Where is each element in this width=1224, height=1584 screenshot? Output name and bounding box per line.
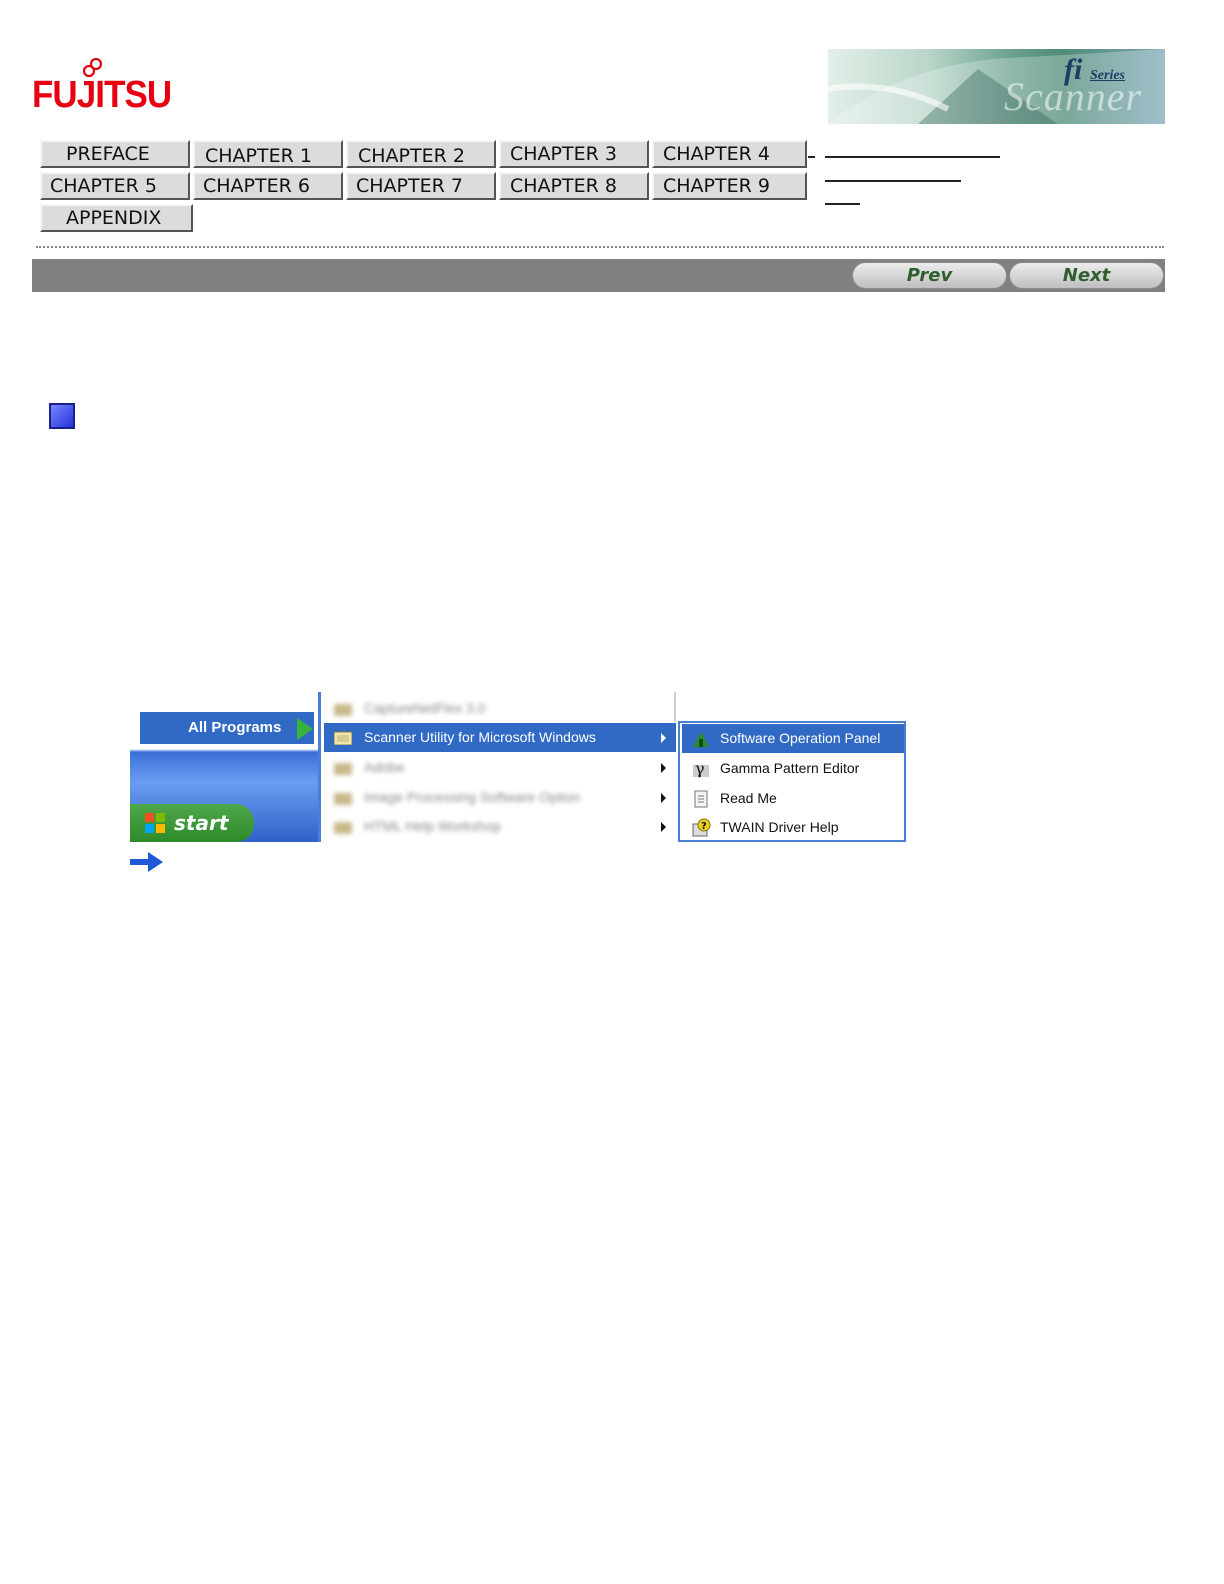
submenu-arrow-icon xyxy=(661,733,666,743)
gamma-icon: γ xyxy=(693,759,709,778)
menu-item-label: Image Processing Software Option xyxy=(364,789,581,805)
nav-chapter-7-button[interactable]: CHAPTER 7 xyxy=(346,172,496,200)
menu-item-label: Adobe xyxy=(364,759,405,775)
section-bullet-icon xyxy=(49,403,75,429)
nav-button-label: CHAPTER 2 xyxy=(358,145,465,167)
nav-chapter-6-button[interactable]: CHAPTER 6 xyxy=(193,172,343,200)
nav-link-stub[interactable] xyxy=(808,156,815,158)
scanner-utility-submenu: Software Operation Panel γ Gamma Pattern… xyxy=(678,721,906,842)
nav-button-label: CHAPTER 4 xyxy=(663,143,770,165)
submenu-item-label: TWAIN Driver Help xyxy=(720,819,839,835)
nav-button-label: CHAPTER 5 xyxy=(50,175,157,197)
menu-item-blurred[interactable]: CaptureNetFlex 3.0 xyxy=(324,694,676,723)
prev-button[interactable]: Prev xyxy=(852,262,1007,289)
fujitsu-logo: FUJITSU xyxy=(32,58,172,116)
menu-separator xyxy=(674,692,676,722)
nav-chapter-1-button[interactable]: CHAPTER 1 xyxy=(193,140,343,168)
submenu-item-label: Read Me xyxy=(720,790,777,806)
all-programs-arrow-icon xyxy=(297,718,313,740)
nav-button-label: CHAPTER 8 xyxy=(510,175,617,197)
nav-link-3[interactable] xyxy=(825,203,860,205)
next-button[interactable]: Next xyxy=(1009,262,1164,289)
nav-link-1[interactable] xyxy=(825,156,1000,158)
submenu-item-label: Software Operation Panel xyxy=(720,730,881,746)
menu-item-label: HTML Help Workshop xyxy=(364,818,501,834)
submenu-arrow-icon xyxy=(661,822,666,832)
nav-button-label: CHAPTER 9 xyxy=(663,175,770,197)
nav-chapter-4-button[interactable]: CHAPTER 4 xyxy=(652,140,807,168)
nav-button-label: APPENDIX xyxy=(66,207,162,229)
nav-chapter-3-button[interactable]: CHAPTER 3 xyxy=(499,140,649,168)
menu-item-blurred[interactable]: HTML Help Workshop xyxy=(324,812,676,841)
menu-item-blurred[interactable]: Adobe xyxy=(324,753,676,782)
submenu-item-label: Gamma Pattern Editor xyxy=(720,760,860,776)
menu-item-blurred[interactable]: Image Processing Software Option xyxy=(324,783,676,812)
nav-button-label: CHAPTER 3 xyxy=(510,143,617,165)
programs-menu: CaptureNetFlex 3.0 Scanner Utility for M… xyxy=(318,692,676,842)
program-folder-icon xyxy=(334,822,352,834)
program-folder-icon xyxy=(334,731,352,745)
nav-button-label: CHAPTER 6 xyxy=(203,175,310,197)
svg-text:γ: γ xyxy=(695,759,705,778)
help-icon: ? xyxy=(692,818,711,837)
nav-chapter-9-button[interactable]: CHAPTER 9 xyxy=(652,172,807,200)
operation-panel-icon xyxy=(693,732,709,747)
banner-fi-text: fi xyxy=(1064,53,1083,86)
submenu-arrow-icon xyxy=(661,763,666,773)
nav-button-label: CHAPTER 1 xyxy=(205,145,312,167)
start-menu-screenshot: All Programs start CaptureNetFlex 3.0 Sc… xyxy=(130,692,906,842)
nav-link-2[interactable] xyxy=(825,180,961,182)
right-arrow-icon xyxy=(130,852,163,872)
nav-preface-button[interactable]: PREFACE xyxy=(40,140,190,168)
dotted-divider xyxy=(36,246,1164,248)
submenu-item-read-me[interactable]: Read Me xyxy=(682,784,904,813)
submenu-arrow-icon xyxy=(661,793,666,803)
nav-chapter-8-button[interactable]: CHAPTER 8 xyxy=(499,172,649,200)
fi-series-banner: Scanner fi Series xyxy=(828,49,1165,124)
submenu-item-gamma-pattern-editor[interactable]: γ Gamma Pattern Editor xyxy=(682,754,904,783)
program-folder-icon xyxy=(334,763,352,775)
menu-item-label: Scanner Utility for Microsoft Windows xyxy=(364,729,596,745)
submenu-item-twain-driver-help[interactable]: ? TWAIN Driver Help xyxy=(682,813,904,842)
nav-chapter-5-button[interactable]: CHAPTER 5 xyxy=(40,172,190,200)
banner-series-text: Series xyxy=(1090,68,1125,83)
nav-button-label: CHAPTER 7 xyxy=(356,175,463,197)
brand-text: FUJITSU xyxy=(32,74,172,116)
windows-logo-icon xyxy=(145,813,165,833)
nav-chapter-2-button[interactable]: CHAPTER 2 xyxy=(346,140,496,168)
document-icon xyxy=(694,790,708,808)
program-folder-icon xyxy=(334,793,352,805)
menu-item-label: CaptureNetFlex 3.0 xyxy=(364,700,486,716)
nav-button-label: PREFACE xyxy=(66,143,150,165)
menu-item-scanner-utility[interactable]: Scanner Utility for Microsoft Windows xyxy=(324,723,676,752)
svg-text:?: ? xyxy=(701,821,707,832)
submenu-item-software-operation-panel[interactable]: Software Operation Panel xyxy=(682,724,904,753)
all-programs-item[interactable]: All Programs xyxy=(140,712,314,744)
program-folder-icon xyxy=(334,704,352,716)
nav-appendix-button[interactable]: APPENDIX xyxy=(40,204,193,232)
